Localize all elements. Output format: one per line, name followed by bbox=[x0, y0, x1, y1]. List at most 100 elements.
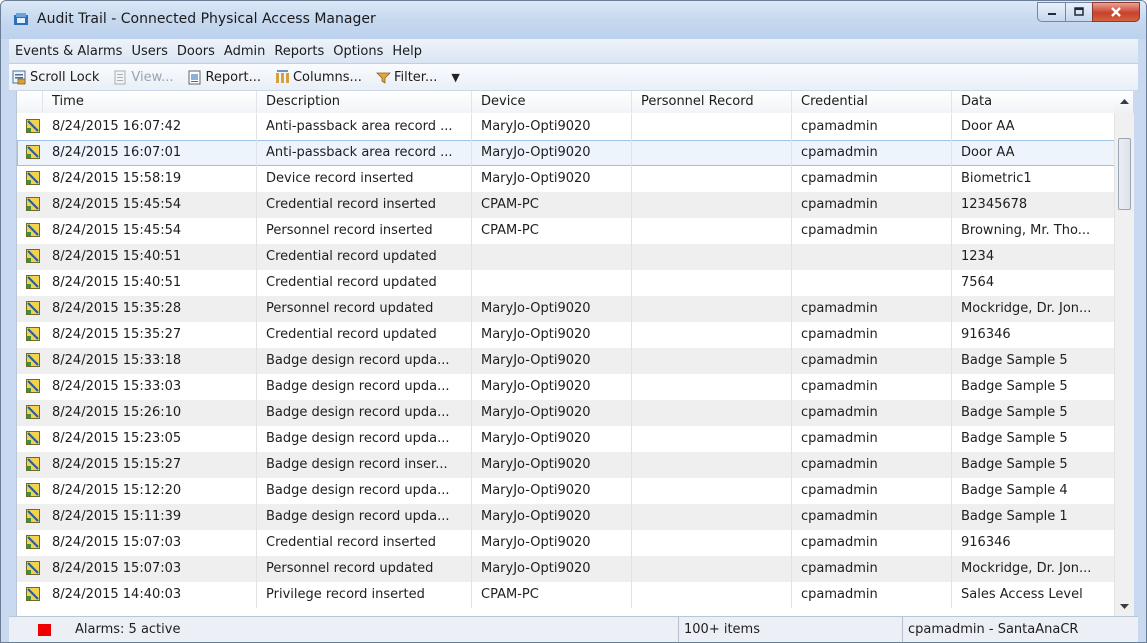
header-credential[interactable]: Credential bbox=[792, 91, 952, 113]
cell-personnel bbox=[632, 244, 792, 270]
audit-entry-icon bbox=[26, 535, 40, 549]
cell-device: MaryJo-Opti9020 bbox=[472, 556, 632, 582]
cell-description: Credential record updated bbox=[257, 270, 472, 296]
header-icon-column[interactable] bbox=[17, 91, 43, 113]
cell-device: MaryJo-Opti9020 bbox=[472, 322, 632, 348]
header-description[interactable]: Description bbox=[257, 91, 472, 113]
cell-credential: cpamadmin bbox=[792, 140, 952, 166]
cell-personnel bbox=[632, 530, 792, 556]
table-row[interactable]: 8/24/2015 15:07:03 Personnel record updat… bbox=[17, 556, 1115, 582]
audit-entry-icon bbox=[26, 353, 40, 367]
cell-credential: cpamadmin bbox=[792, 374, 952, 400]
table-row[interactable]: 8/24/2015 15:40:51 Credential record upda… bbox=[17, 270, 1115, 296]
close-button[interactable] bbox=[1092, 2, 1140, 22]
menu-events-alarms[interactable]: Events & Alarms bbox=[15, 44, 122, 59]
cell-data: Badge Sample 5 bbox=[961, 405, 1068, 420]
cell-device: MaryJo-Opti9020 bbox=[472, 140, 632, 166]
window-title: Audit Trail - Connected Physical Access … bbox=[37, 11, 376, 27]
cell-time: 8/24/2015 15:58:19 bbox=[43, 166, 257, 192]
table-row[interactable]: 8/24/2015 15:58:19 Device record inserted… bbox=[17, 166, 1115, 192]
columns-button[interactable]: Columns... bbox=[275, 70, 362, 85]
menu-doors[interactable]: Doors bbox=[177, 44, 215, 59]
cell-credential bbox=[792, 270, 952, 296]
report-button[interactable]: Report... bbox=[187, 70, 261, 85]
audit-entry-icon bbox=[26, 405, 40, 419]
scroll-up-icon[interactable] bbox=[1119, 97, 1130, 105]
cell-time: 8/24/2015 15:35:27 bbox=[43, 322, 257, 348]
cell-description: Personnel record updated bbox=[257, 296, 472, 322]
table-row[interactable]: 8/24/2015 15:35:28 Personnel record updat… bbox=[17, 296, 1115, 322]
table-row[interactable]: 8/24/2015 15:45:54 Personnel record inser… bbox=[17, 218, 1115, 244]
table-row[interactable]: 8/24/2015 15:45:54 Credential record inse… bbox=[17, 192, 1115, 218]
filter-icon bbox=[375, 72, 391, 84]
alarm-status[interactable]: Alarms: 5 active bbox=[59, 617, 679, 642]
audit-entry-icon bbox=[26, 119, 40, 133]
app-icon bbox=[14, 13, 28, 25]
cell-description: Personnel record inserted bbox=[257, 218, 472, 244]
table-row[interactable]: 8/24/2015 15:33:18 Badge design record up… bbox=[17, 348, 1115, 374]
audit-entry-icon bbox=[26, 561, 40, 575]
cell-time: 8/24/2015 15:40:51 bbox=[43, 270, 257, 296]
cell-device: MaryJo-Opti9020 bbox=[472, 348, 632, 374]
header-device[interactable]: Device bbox=[472, 91, 632, 113]
cell-credential: cpamadmin bbox=[792, 504, 952, 530]
columns-label: Columns... bbox=[292, 69, 362, 85]
toolbar-overflow-dropdown[interactable]: ▼ bbox=[451, 71, 459, 84]
menu-bar: Events & Alarms Users Doors Admin Report… bbox=[9, 39, 1138, 64]
title-bar[interactable]: Audit Trail - Connected Physical Access … bbox=[1, 1, 1146, 39]
cell-data: 12345678 bbox=[961, 197, 1028, 212]
cell-data: Badge Sample 5 bbox=[961, 431, 1068, 446]
table-row[interactable]: 8/24/2015 15:11:39 Badge design record up… bbox=[17, 504, 1115, 530]
filter-button[interactable]: Filter... bbox=[375, 70, 437, 85]
cell-device: MaryJo-Opti9020 bbox=[472, 452, 632, 478]
menu-users[interactable]: Users bbox=[131, 44, 167, 59]
cell-description: Device record inserted bbox=[257, 166, 472, 192]
scrollbar-thumb[interactable] bbox=[1118, 138, 1131, 210]
minimize-button[interactable] bbox=[1037, 2, 1065, 22]
columns-icon bbox=[275, 69, 289, 83]
audit-entry-icon bbox=[26, 145, 40, 159]
table-row[interactable]: 8/24/2015 15:33:03 Badge design record up… bbox=[17, 374, 1115, 400]
cell-personnel bbox=[632, 322, 792, 348]
view-label: View... bbox=[131, 69, 174, 85]
cell-data: Biometric1 bbox=[961, 171, 1032, 186]
cell-description: Badge design record upda... bbox=[257, 504, 472, 530]
cell-credential: cpamadmin bbox=[792, 478, 952, 504]
header-data[interactable]: Data bbox=[952, 91, 1115, 113]
menu-options[interactable]: Options bbox=[333, 44, 383, 59]
table-row[interactable]: 8/24/2015 16:07:42 Anti-passback area rec… bbox=[17, 114, 1115, 140]
table-row[interactable]: 8/24/2015 15:07:03 Credential record inse… bbox=[17, 530, 1115, 556]
table-row[interactable]: 8/24/2015 15:26:10 Badge design record up… bbox=[17, 400, 1115, 426]
cell-time: 8/24/2015 15:15:27 bbox=[43, 452, 257, 478]
header-personnel-record[interactable]: Personnel Record bbox=[632, 91, 792, 113]
table-row[interactable]: 8/24/2015 15:40:51 Credential record upda… bbox=[17, 244, 1115, 270]
item-count: 100+ items bbox=[679, 617, 903, 642]
table-row[interactable]: 8/24/2015 15:23:05 Badge design record up… bbox=[17, 426, 1115, 452]
cell-device bbox=[472, 270, 632, 296]
scroll-lock-button[interactable]: Scroll Lock bbox=[12, 70, 99, 85]
view-button[interactable]: View... bbox=[113, 70, 173, 85]
cell-device: MaryJo-Opti9020 bbox=[472, 530, 632, 556]
cell-time: 8/24/2015 16:07:42 bbox=[43, 114, 257, 140]
table-row[interactable]: 8/24/2015 14:40:03 Privilege record inser… bbox=[17, 582, 1115, 608]
cell-data: Mockridge, Dr. Jon... bbox=[961, 301, 1092, 316]
cell-device: MaryJo-Opti9020 bbox=[472, 426, 632, 452]
audit-entry-icon bbox=[26, 223, 40, 237]
table-row[interactable]: 8/24/2015 16:07:01 Anti-passback area rec… bbox=[17, 140, 1115, 166]
menu-reports[interactable]: Reports bbox=[274, 44, 324, 59]
cell-data: Mockridge, Dr. Jon... bbox=[961, 561, 1092, 576]
header-time[interactable]: Time bbox=[43, 91, 257, 113]
menu-admin[interactable]: Admin bbox=[224, 44, 265, 59]
scroll-down-icon[interactable] bbox=[1119, 603, 1130, 611]
table-row[interactable]: 8/24/2015 15:12:20 Badge design record up… bbox=[17, 478, 1115, 504]
table-row[interactable]: 8/24/2015 15:15:27 Badge design record in… bbox=[17, 452, 1115, 478]
cell-personnel bbox=[632, 582, 792, 608]
vertical-scrollbar[interactable] bbox=[1114, 99, 1134, 616]
maximize-button[interactable] bbox=[1065, 2, 1092, 22]
cell-credential: cpamadmin bbox=[792, 348, 952, 374]
menu-help[interactable]: Help bbox=[392, 44, 422, 59]
cell-personnel bbox=[632, 114, 792, 140]
window-controls bbox=[1037, 2, 1140, 24]
cell-device: MaryJo-Opti9020 bbox=[472, 478, 632, 504]
table-row[interactable]: 8/24/2015 15:35:27 Credential record upda… bbox=[17, 322, 1115, 348]
